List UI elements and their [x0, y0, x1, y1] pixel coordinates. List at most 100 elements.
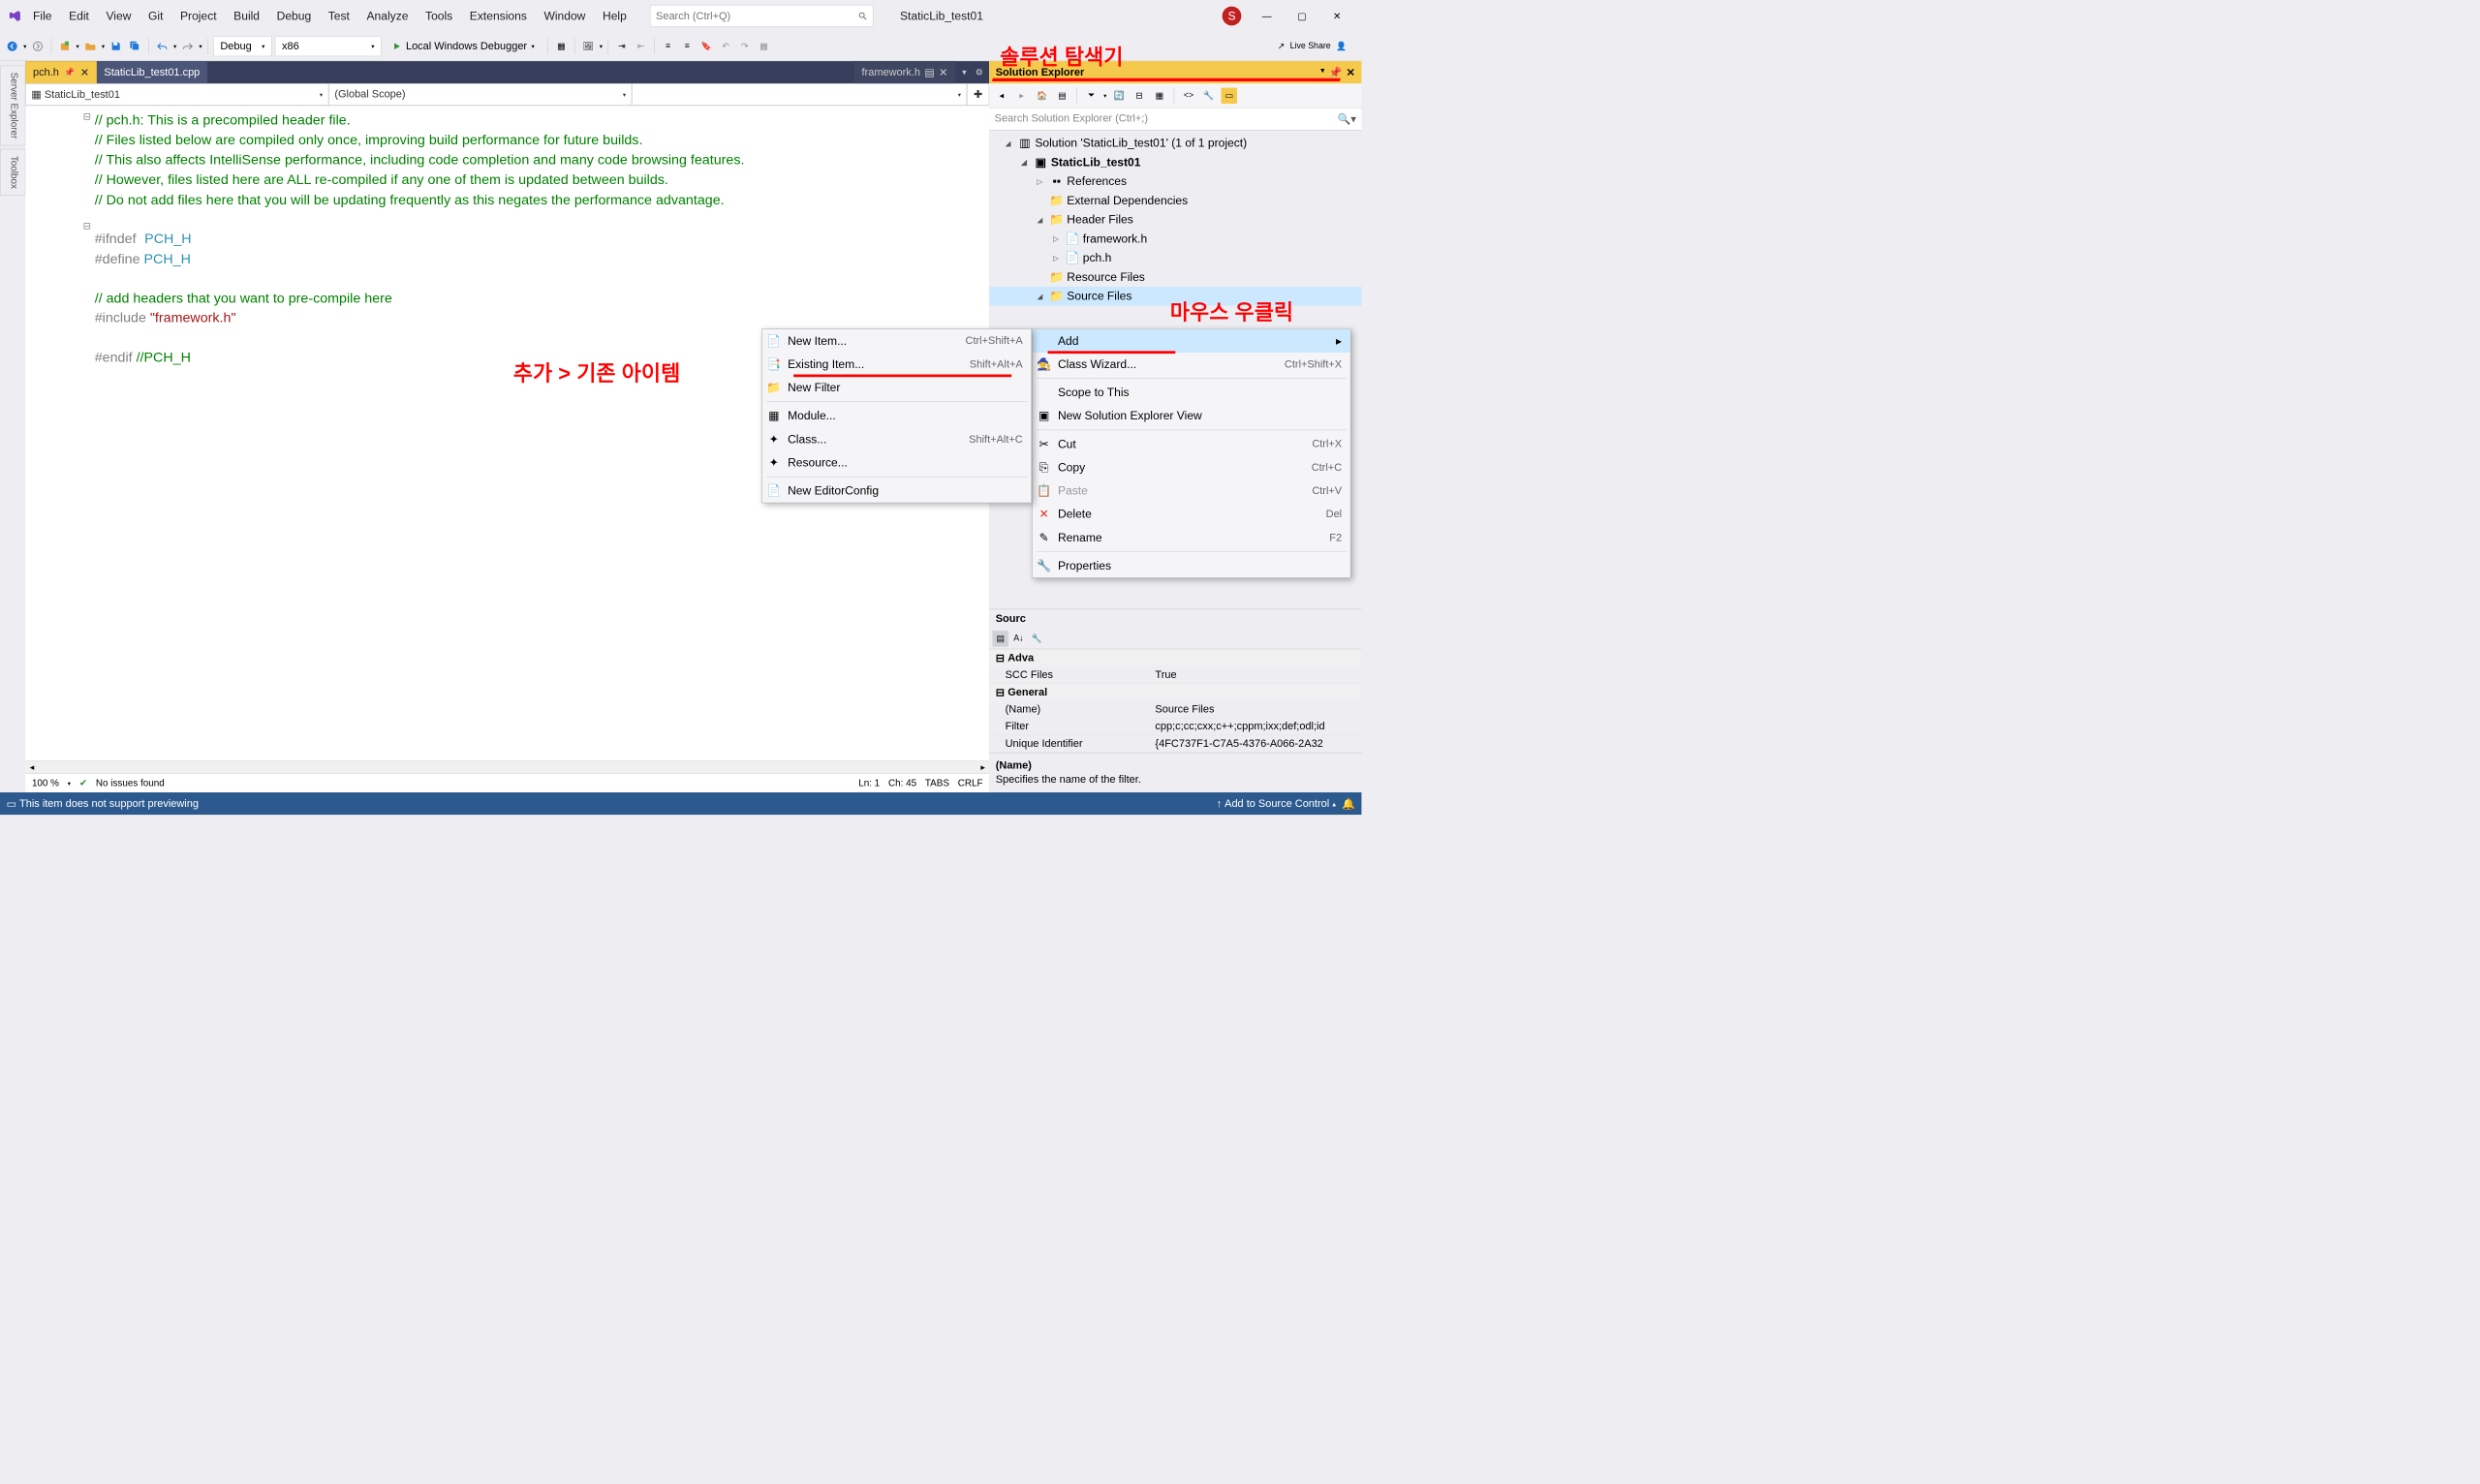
feedback-icon[interactable]: 👤 [1336, 41, 1347, 51]
tree-references[interactable]: ▷ ▪▪ References [989, 171, 1361, 191]
menu-window[interactable]: Window [537, 6, 593, 26]
nav-scope-combo[interactable]: (Global Scope)▾ [328, 83, 632, 106]
expand-icon[interactable]: ◢ [1006, 139, 1015, 147]
config-combo[interactable]: Debug▾ [213, 36, 271, 56]
pin-icon[interactable]: 📌 [64, 67, 75, 77]
outdent-button[interactable]: ⇤ [633, 39, 648, 54]
collapse-icon[interactable]: ⊟ [996, 686, 1005, 699]
alphabetical-icon[interactable]: A↓ [1010, 631, 1026, 646]
nav-forward-button[interactable] [30, 39, 46, 54]
toolbar-icon[interactable]: 🖼 [580, 39, 596, 54]
user-avatar[interactable]: S [1223, 7, 1242, 26]
menu-test[interactable]: Test [321, 6, 357, 26]
notifications-icon[interactable]: 🔔 [1342, 797, 1355, 811]
dropdown-icon[interactable]: ▾ [1320, 66, 1324, 79]
tab-dropdown-icon[interactable]: ▾ [958, 67, 970, 78]
expand-icon[interactable]: ◢ [1021, 158, 1031, 167]
source-control-button[interactable]: Add to Source Control [1224, 797, 1329, 810]
tree-solution[interactable]: ◢ ▥ Solution 'StaticLib_test01' (1 of 1 … [989, 134, 1361, 153]
search-input[interactable] [656, 10, 858, 22]
menu-file[interactable]: File [25, 6, 59, 26]
toolbox-tab[interactable]: Toolbox [0, 149, 25, 196]
uncomment-button[interactable]: ≡ [679, 39, 695, 54]
close-tab-icon[interactable]: ✕ [939, 66, 947, 79]
collapse-icon[interactable]: ⊟ [996, 652, 1005, 665]
expand-icon[interactable]: ◢ [1038, 292, 1047, 300]
dropdown-icon[interactable]: ▾ [77, 43, 79, 50]
redo-button[interactable] [180, 39, 196, 54]
open-file-button[interactable] [82, 39, 98, 54]
toolbar-icon[interactable]: ↷ [736, 39, 752, 54]
home-icon[interactable]: 🏠 [1034, 87, 1049, 103]
solution-search[interactable]: Search Solution Explorer (Ctrl+;) 🔍▾ [989, 108, 1361, 130]
toolbar-icon[interactable]: ▦ [756, 39, 771, 54]
ctx-module[interactable]: ▦Module... [762, 404, 1032, 427]
menu-build[interactable]: Build [226, 6, 266, 26]
indent-mode[interactable]: TABS [925, 778, 949, 789]
global-search[interactable] [650, 5, 874, 27]
new-project-button[interactable] [57, 39, 73, 54]
ctx-editorconfig[interactable]: 📄New EditorConfig [762, 479, 1032, 503]
tree-pch-h[interactable]: ▷ 📄 pch.h [989, 248, 1361, 267]
server-explorer-tab[interactable]: Server Explorer [0, 66, 25, 146]
close-button[interactable]: ✕ [1327, 7, 1347, 26]
expand-icon[interactable]: ▷ [1038, 177, 1047, 186]
prop-row[interactable]: SCC Files True [989, 666, 1361, 684]
zoom-level[interactable]: 100 % [32, 778, 59, 789]
ctx-new-filter[interactable]: 📁New Filter [762, 376, 1032, 399]
expand-icon[interactable]: ◢ [1038, 215, 1047, 224]
live-share-button[interactable]: Live Share [1290, 42, 1331, 51]
menu-analyze[interactable]: Analyze [359, 6, 416, 26]
maximize-button[interactable]: ▢ [1292, 7, 1312, 26]
tab-staticlib-cpp[interactable]: StaticLib_test01.cpp [97, 61, 207, 83]
ctx-new-item[interactable]: 📄New Item...Ctrl+Shift+A [762, 329, 1032, 353]
save-button[interactable] [108, 39, 123, 54]
tab-framework-h[interactable]: framework.h ▤ ✕ [854, 61, 955, 83]
ctx-copy[interactable]: ⎘CopyCtrl+C [1033, 455, 1350, 479]
tree-external-deps[interactable]: 📁 External Dependencies [989, 191, 1361, 210]
prop-value[interactable]: cpp;c;cc;cxx;c++;cppm;ixx;def;odl;id [1149, 719, 1362, 735]
categorized-icon[interactable]: ▤ [992, 631, 1008, 646]
dropdown-icon[interactable]: ▾ [1103, 92, 1106, 100]
prop-row[interactable]: Unique Identifier {4FC737F1-C7A5-4376-A0… [989, 735, 1361, 753]
dropdown-icon[interactable]: ▾ [68, 780, 71, 788]
menu-view[interactable]: View [99, 6, 139, 26]
line-ending[interactable]: CRLF [958, 778, 983, 789]
indent-button[interactable]: ⇥ [614, 39, 630, 54]
comment-button[interactable]: ≡ [660, 39, 675, 54]
scroll-right-icon[interactable]: ▸ [976, 761, 989, 774]
menu-tools[interactable]: Tools [418, 6, 460, 26]
pin-icon[interactable]: 📌 [1329, 66, 1343, 79]
ctx-rename[interactable]: ✎RenameF2 [1033, 526, 1350, 549]
platform-combo[interactable]: x86▾ [275, 36, 382, 56]
show-all-icon[interactable]: ▦ [1152, 87, 1167, 103]
toolbar-icon[interactable]: ▦ [553, 39, 569, 54]
menu-extensions[interactable]: Extensions [462, 6, 534, 26]
ctx-resource[interactable]: ✦Resource... [762, 451, 1032, 475]
tree-framework-h[interactable]: ▷ 📄 framework.h [989, 230, 1361, 249]
ctx-cut[interactable]: ✂CutCtrl+X [1033, 432, 1350, 455]
minimize-button[interactable]: — [1257, 7, 1277, 26]
prop-category-general[interactable]: ⊟General [989, 684, 1361, 701]
prop-value[interactable]: {4FC737F1-C7A5-4376-A066-2A32 [1149, 735, 1362, 752]
ctx-scope[interactable]: Scope to This [1033, 381, 1350, 404]
start-debugging-button[interactable]: Local Windows Debugger▾ [385, 36, 542, 56]
code-view-icon[interactable]: <> [1181, 87, 1196, 103]
undo-button[interactable] [154, 39, 170, 54]
dropdown-icon[interactable]: ▴ [1332, 799, 1336, 808]
menu-git[interactable]: Git [140, 6, 170, 26]
collapse-icon[interactable]: ⊟ [1132, 87, 1147, 103]
prop-value[interactable]: True [1149, 666, 1362, 683]
dropdown-icon[interactable]: ▾ [600, 43, 603, 50]
nav-back-button[interactable] [4, 39, 19, 54]
sync-icon[interactable]: 🔄 [1111, 87, 1127, 103]
ctx-add[interactable]: Add▸ [1033, 329, 1350, 353]
dropdown-icon[interactable]: ▾ [173, 43, 176, 50]
nav-member-combo[interactable]: ▾ [632, 83, 967, 106]
back-icon[interactable]: ◂ [994, 87, 1009, 103]
dropdown-icon[interactable]: ▾ [23, 43, 26, 50]
tree-project[interactable]: ◢ ▣ StaticLib_test01 [989, 153, 1361, 172]
preview-icon[interactable]: ▤ [924, 66, 934, 79]
preview-icon[interactable]: ▭ [1222, 87, 1237, 103]
switch-view-icon[interactable]: ▤ [1054, 87, 1070, 103]
